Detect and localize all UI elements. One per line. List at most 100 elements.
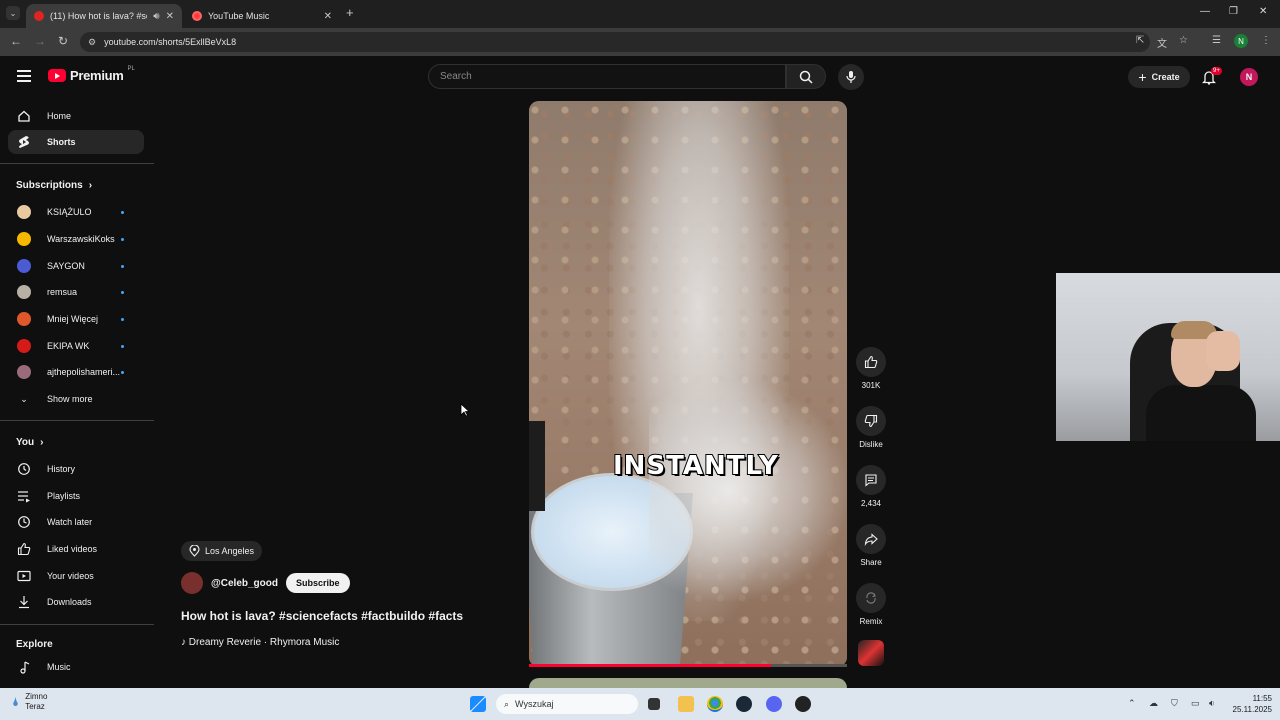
bookmark-star-icon[interactable]: ☆ [1179,35,1188,46]
new-content-dot [121,265,124,268]
site-info-icon[interactable]: ⚙ [88,37,96,48]
share-arrow-icon [864,533,878,546]
address-bar[interactable]: ⚙ youtube.com/shorts/5ExllBeVxL8 [80,32,1150,52]
you-heading[interactable]: You › [16,437,44,448]
reload-icon[interactable]: ↻ [58,34,68,48]
remix-label: Remix [859,617,883,626]
new-content-dot [121,318,124,321]
youtube-premium-logo[interactable]: Premium PL [48,66,135,83]
dislike-button[interactable]: Dislike [852,406,890,449]
translate-icon[interactable]: 文 [1157,35,1167,50]
tray-shield-icon[interactable]: ⛉ [1171,698,1178,709]
mute-icon[interactable]: 🔊︎ [153,11,159,22]
show-more-button[interactable]: ⌄ Show more [8,387,144,411]
sidebar-item-label: ajthepolishameri... [47,367,121,377]
browser-profile-avatar[interactable]: N [1234,34,1248,48]
like-button[interactable]: 301K [852,347,890,390]
close-window-icon[interactable]: ✕ [1259,6,1267,17]
taskbar-search[interactable]: ⌕ Wyszukaj [496,694,638,714]
share-label: Share [860,558,882,567]
sidebar-divider [0,624,154,625]
account-avatar[interactable]: N [1240,68,1258,86]
sidebar-item-watch-later[interactable]: Watch later [8,510,144,534]
tab-search-button[interactable]: ⌄ [6,6,20,20]
remix-button[interactable]: Remix [852,583,890,626]
new-tab-button[interactable]: + [346,5,354,20]
sidebar-item-liked-videos[interactable]: Liked videos [8,537,144,561]
video-frame-handle [529,421,545,511]
search-button[interactable] [786,64,826,89]
sidebar-item-your-videos[interactable]: Your videos [8,564,144,588]
tray-volume-icon[interactable]: 🔉︎ [1209,698,1215,709]
video-progress-bar[interactable] [529,664,847,667]
forward-icon[interactable]: → [34,34,46,48]
weather-icon: 🌢︎ [12,694,20,709]
new-content-dot [121,371,124,374]
location-label: Los Angeles [205,546,255,556]
browser-menu-icon[interactable]: ⋮ [1261,35,1271,46]
shorts-icon [17,135,31,149]
discord-icon[interactable] [766,696,782,712]
shorts-video-player[interactable]: INSTANTLY [529,101,847,667]
tray-display-icon[interactable]: ▭ [1191,698,1200,709]
close-tab-icon[interactable]: ✕ [166,11,174,22]
reading-list-icon[interactable]: ☰ [1212,35,1221,46]
task-view-icon[interactable] [648,698,660,710]
chrome-icon[interactable] [707,696,723,712]
download-icon [17,595,31,609]
file-explorer-icon[interactable] [678,696,694,712]
sidebar-item-label: Shorts [47,137,76,147]
home-icon [17,109,31,123]
sidebar-item-shorts[interactable]: Shorts [8,130,144,154]
tray-overflow-icon[interactable]: ⌃ [1128,698,1136,709]
sidebar-item-downloads[interactable]: Downloads [8,590,144,614]
location-chip[interactable]: Los Angeles [181,541,263,561]
youtube-header: Premium PL Search + Create 9+ N [0,56,1280,98]
comments-button[interactable]: 2,434 [852,465,890,508]
browser-tab-youtube-music[interactable]: YouTube Music ✕ [184,4,340,28]
weather-widget[interactable]: 🌢︎ Zimno Teraz [12,692,47,712]
back-icon[interactable]: ← [10,34,22,48]
install-app-icon[interactable]: ⇱ [1136,35,1144,46]
share-button[interactable]: Share [852,524,890,567]
sidebar-item-playlists[interactable]: Playlists [8,484,144,508]
voice-search-button[interactable] [838,64,864,90]
music-icon [17,660,31,674]
video-title[interactable]: How hot is lava? #sciencefacts #factbuil… [181,609,463,623]
create-button[interactable]: + Create [1128,66,1190,88]
system-clock[interactable]: 11:55 25.11.2025 [1228,693,1272,715]
webcam-overlay [1056,273,1280,441]
thumbs-down-icon [864,414,878,428]
close-tab-icon[interactable]: ✕ [324,11,332,22]
music-attribution[interactable]: ♪ Dreamy Reverie · Rhymora Music [181,637,339,648]
sidebar-item-history[interactable]: History [8,457,144,481]
restore-window-icon[interactable]: ❐ [1229,6,1238,17]
channel-handle[interactable]: @Celeb_good [211,578,278,589]
minimize-window-icon[interactable]: — [1200,6,1210,17]
sound-source-avatar[interactable] [858,640,884,666]
taskbar-search-placeholder: Wyszukaj [515,699,554,709]
channel-row: @Celeb_good Subscribe [181,572,350,594]
browser-tab-active[interactable]: (11) How hot is lava? #scier 🔊︎ ✕ [26,4,182,28]
channel-avatar [17,339,31,353]
steam-icon[interactable] [736,696,752,712]
sidebar-item-label: SAYGON [47,261,85,271]
tray-cloud-icon[interactable]: ☁ [1149,698,1158,709]
sidebar-item-music[interactable]: Music [8,655,144,679]
menu-icon[interactable] [17,70,31,85]
show-more-label: Show more [47,394,93,404]
video-caption: INSTANTLY [612,450,779,482]
search-input[interactable]: Search [428,64,786,89]
sidebar-item-home[interactable]: Home [8,104,144,128]
you-title: You [16,437,35,448]
subscriptions-heading[interactable]: Subscriptions › [16,180,92,191]
subscribe-button[interactable]: Subscribe [285,573,350,593]
url-text: youtube.com/shorts/5ExllBeVxL8 [104,37,237,47]
search-icon: ⌕ [504,698,510,709]
browser-tab-strip: ⌄ (11) How hot is lava? #scier 🔊︎ ✕ YouT… [0,0,1280,28]
windows-start-icon[interactable] [470,696,486,712]
channel-avatar[interactable] [181,572,203,594]
search-icon [799,70,813,84]
obs-icon[interactable] [795,696,811,712]
explore-title: Explore [16,639,53,650]
